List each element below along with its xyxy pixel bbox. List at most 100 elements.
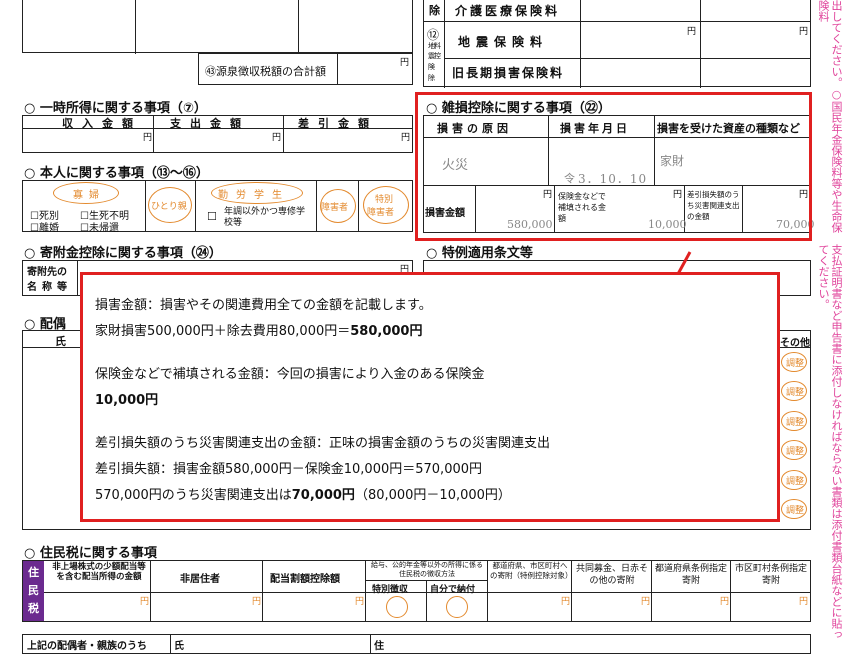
special-disabled-label-2: 障害者 xyxy=(367,208,395,218)
grid-line xyxy=(153,115,154,153)
check-divorce-label: 離婚 xyxy=(38,223,59,234)
dividend-header: 非上場株式の少額配当等を含む配当所得の金額 xyxy=(52,562,146,582)
yen-unit: 円 xyxy=(799,597,809,607)
yen-unit: 円 xyxy=(720,597,730,607)
callout-line-4: 10,000円 xyxy=(95,388,777,414)
grid-line xyxy=(170,634,171,654)
callout-line-7-bold: 70,000円 xyxy=(291,488,355,503)
special-provisions-title: ○ 特例適用条文等 xyxy=(426,246,533,261)
grid-line xyxy=(77,260,78,296)
collection-method-header: 給与、公的年金等以外の所得に係る住民税の徴収方法 xyxy=(371,561,483,578)
grid-line xyxy=(195,180,196,232)
right-margin-text-1: 出してください。○国民年金保険料等や生命保険料 xyxy=(817,0,843,233)
grid-line xyxy=(370,634,371,654)
footer-name-char: 氏 xyxy=(174,641,184,652)
temporary-income-title: ○ 一時所得に関する事項（⑦） xyxy=(24,101,207,116)
col-difference: 差引金額 xyxy=(298,117,378,130)
yen-unit: 円 xyxy=(641,597,651,607)
grid-line xyxy=(571,560,572,622)
yen-unit: 円 xyxy=(687,27,697,37)
student-note: 年調以外かつ専修学校等 xyxy=(224,207,306,228)
disabled-label: 障害者 xyxy=(321,203,349,213)
grid-line xyxy=(580,0,581,88)
callout-line-2-text: 家財損害500,000円＋除去費用80,000円＝ xyxy=(95,324,351,339)
yen-unit: 円 xyxy=(401,133,411,143)
yen-unit: 円 xyxy=(140,597,150,607)
special-collection-label: 特別徴収 xyxy=(372,585,409,595)
adjust-label: 調整 xyxy=(786,418,805,428)
grid-line xyxy=(444,58,811,59)
grid-line xyxy=(150,560,151,622)
self-pay-label: 自分で納付 xyxy=(430,585,476,595)
special-collection-circle[interactable] xyxy=(386,596,408,618)
grid-line xyxy=(358,180,359,232)
callout-line-2-bold: 580,000円 xyxy=(350,324,423,339)
grid-line xyxy=(730,560,731,622)
callout-gap xyxy=(95,345,777,362)
side-char: 除 xyxy=(428,74,435,82)
col-income: 収入金額 xyxy=(62,117,142,130)
yen-unit: 円 xyxy=(143,133,153,143)
callout-line-7-post: （80,000円－10,000円） xyxy=(354,488,511,503)
callout-line-2: 家財損害500,000円＋除去費用80,000円＝580,000円 xyxy=(95,319,777,345)
right-margin-text-2: 支払証明書など申告書に添付しなければならない書類は添付書類台紙などに貼ってくださ… xyxy=(817,244,843,640)
grid-line xyxy=(423,21,811,22)
side-char: 険 xyxy=(428,63,435,71)
adjust-label: 調整 xyxy=(786,359,805,369)
special-disabled-label-1: 特別 xyxy=(375,195,394,205)
pref-donation-header: 都道府県、市区町村への寄附（特例控除対象） xyxy=(490,561,573,580)
yen-unit: 円 xyxy=(272,133,282,143)
callout-line-7: 570,000円のうち災害関連支出は70,000円（80,000円－10,000… xyxy=(95,483,777,509)
grid-line xyxy=(145,180,146,232)
adjust-label: 調整 xyxy=(786,447,805,457)
donation-title: ○ 寄附金控除に関する事項（㉔） xyxy=(24,246,222,261)
footer-address-char: 住 xyxy=(374,641,384,652)
yen-unit: 円 xyxy=(355,597,365,607)
yen-unit: 円 xyxy=(252,597,262,607)
check-divorce[interactable]: ☐離婚 xyxy=(30,219,59,234)
yen-unit: 円 xyxy=(400,58,410,68)
check-unreturned-label: 未帰還 xyxy=(88,223,119,234)
widow-label: 寡婦 xyxy=(73,190,105,201)
callout-line-7-pre: 570,000円のうち災害関連支出は xyxy=(95,488,292,503)
callout-gap xyxy=(95,414,777,431)
col-expense: 支出金額 xyxy=(170,117,250,130)
casualty-highlight xyxy=(415,92,812,241)
resident-side-char: 税 xyxy=(28,602,39,615)
adjust-label: 調整 xyxy=(786,477,805,487)
check-student[interactable]: ☐ xyxy=(207,210,217,223)
callout-line-1: 損害金額：損害やその関連費用全ての金額を記載します。 xyxy=(95,298,432,313)
single-parent-label: ひとり親 xyxy=(151,202,187,212)
resident-tax-title: ○ 住民税に関する事項 xyxy=(24,546,157,561)
grid-line xyxy=(298,0,299,54)
grid-line xyxy=(316,180,317,232)
nursing-insurance-label: 介護医療保険料 xyxy=(455,4,561,18)
nonresident-header: 非居住者 xyxy=(180,574,220,585)
side-char: 料 xyxy=(434,42,441,50)
callout-line-5: 差引損失額のうち災害関連支出の金額：正味の損害金額のうちの災害関連支出 xyxy=(95,436,551,451)
side-char: 控 xyxy=(434,52,441,60)
resident-side-char: 住 xyxy=(28,566,39,579)
old-longterm-insurance-label: 旧長期損害保険料 xyxy=(452,66,565,80)
callout-line-3: 保険金などで補填される金額：今回の損害により入金のある保険金 xyxy=(95,367,485,382)
adjust-label: 調整 xyxy=(786,388,805,398)
community-chest-header: 共同募金、日赤その他の寄附 xyxy=(575,564,648,586)
earthquake-insurance-label: 地震保険料 xyxy=(458,35,549,49)
donation-name-label-1: 寄附先の xyxy=(27,267,67,278)
grid-line xyxy=(444,0,445,88)
donation-name-label-2: 名称等 xyxy=(27,282,72,293)
withholding-total-label: ㊸源泉徴収税額の合計額 xyxy=(205,65,326,78)
self-pay-circle[interactable] xyxy=(446,596,468,618)
check-unreturned[interactable]: ☐未帰還 xyxy=(80,219,119,234)
callout-line-6: 差引損失額：損害金額580,000円－保険金10,000円＝570,000円 xyxy=(95,462,483,477)
working-student-label: 勤労学生 xyxy=(218,190,290,201)
grid-line xyxy=(426,580,427,622)
grid-line xyxy=(283,115,284,153)
top-left-grid xyxy=(22,0,413,53)
grid-line xyxy=(262,560,263,622)
deduction-char: 除 xyxy=(429,4,440,17)
grid-line xyxy=(337,53,338,85)
grid-line xyxy=(365,560,366,622)
city-ordinance-header: 市区町村条例指定寄附 xyxy=(734,564,807,586)
grid-line xyxy=(44,592,811,593)
